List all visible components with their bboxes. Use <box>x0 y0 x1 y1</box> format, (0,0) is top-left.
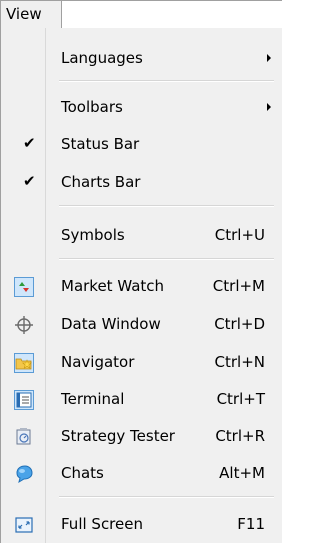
menu-item-shortcut: Alt+M <box>219 464 265 482</box>
menu-item-shortcut: Ctrl+N <box>214 353 265 371</box>
menu-bar: View <box>0 0 282 28</box>
submenu-arrow-icon <box>267 54 271 62</box>
menu-item-shortcut: Ctrl+D <box>214 315 265 333</box>
menu-item-label: Data Window <box>61 315 161 333</box>
menu-item-charts-bar[interactable]: ✔ Charts Bar <box>1 166 283 200</box>
chat-bubble-icon <box>14 464 34 484</box>
menu-item-languages[interactable]: Languages <box>1 42 283 76</box>
menu-item-shortcut: Ctrl+U <box>214 226 265 244</box>
menu-item-label: Market Watch <box>61 277 165 295</box>
menu-item-toolbars[interactable]: Toolbars <box>1 91 283 125</box>
full-screen-icon <box>14 515 34 535</box>
crosshair-icon <box>14 315 34 335</box>
menu-item-navigator[interactable]: Navigator Ctrl+N <box>1 346 283 380</box>
menu-item-strategy-tester[interactable]: Strategy Tester Ctrl+R <box>1 420 283 454</box>
menu-item-label: Status Bar <box>61 135 140 153</box>
menu-item-full-screen[interactable]: Full Screen F11 <box>1 508 283 542</box>
checkmark-icon: ✔ <box>23 134 36 152</box>
menu-item-label: Terminal <box>61 390 125 408</box>
menu-item-shortcut: Ctrl+T <box>216 390 265 408</box>
menu-item-chats[interactable]: Chats Alt+M <box>1 457 283 491</box>
menu-item-label: Full Screen <box>61 515 143 533</box>
menu-item-label: Charts Bar <box>61 173 141 191</box>
menu-separator <box>59 205 274 207</box>
menu-item-label: Symbols <box>61 226 125 244</box>
menu-item-label: Chats <box>61 464 104 482</box>
menu-item-shortcut: Ctrl+R <box>215 427 265 445</box>
folder-star-icon <box>14 353 34 373</box>
menu-item-terminal[interactable]: Terminal Ctrl+T <box>1 383 283 417</box>
menu-item-shortcut: F11 <box>237 515 265 533</box>
menu-item-label: Toolbars <box>61 98 123 116</box>
menu-item-label: Languages <box>61 49 143 67</box>
tester-icon <box>14 427 34 447</box>
terminal-icon <box>14 390 34 410</box>
menu-item-label: Strategy Tester <box>61 427 175 445</box>
menu-separator <box>59 80 274 82</box>
market-watch-icon <box>14 277 34 297</box>
submenu-arrow-icon <box>267 103 271 111</box>
view-dropdown-menu: Languages Toolbars ✔ Status Bar ✔ Charts… <box>0 28 282 543</box>
menu-item-market-watch[interactable]: Market Watch Ctrl+M <box>1 270 283 304</box>
menu-item-label: Navigator <box>61 353 135 371</box>
menu-separator <box>59 258 274 260</box>
menu-separator <box>59 496 274 498</box>
menu-view[interactable]: View <box>0 0 62 28</box>
menu-item-shortcut: Ctrl+M <box>212 277 265 295</box>
menu-item-status-bar[interactable]: ✔ Status Bar <box>1 128 283 162</box>
menu-item-symbols[interactable]: Symbols Ctrl+U <box>1 219 283 253</box>
menu-item-data-window[interactable]: Data Window Ctrl+D <box>1 308 283 342</box>
menu-bar-border <box>62 0 282 1</box>
checkmark-icon: ✔ <box>23 172 36 190</box>
